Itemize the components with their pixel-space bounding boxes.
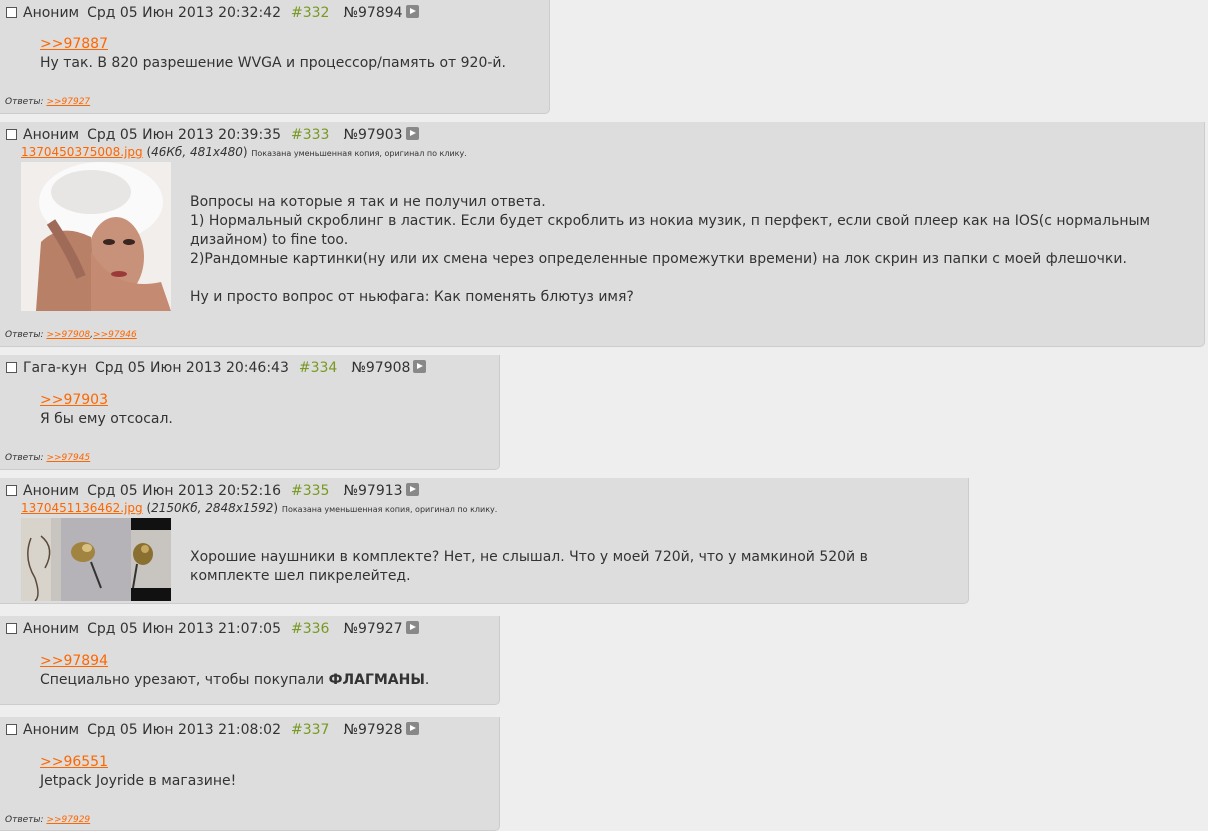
reply-link[interactable]: >>97903 [40,392,108,408]
post-header: Аноним Срд 05 Июн 2013 20:52:16 #335 №97913 [6,482,419,500]
reply-link[interactable]: >>97894 [40,653,108,669]
message-text-end: . [424,672,430,688]
message-line: Ну и просто вопрос от ньюфага: Как помен… [190,289,634,305]
file-link[interactable]: 1370451136462.jpg [21,501,143,515]
post-97927: Аноним Срд 05 Июн 2013 21:07:05 #336 №97927… [0,616,500,705]
message-line: 1) Нормальный скроблинг в ластик. Если б… [190,213,1151,229]
post-date: Срд 05 Июн 2013 20:32:42 [87,5,281,21]
poster-name: Аноним [23,5,80,21]
answers-label: Ответы: [5,97,44,107]
message-line: Вопросы на которые я так и не получил от… [190,194,546,210]
post-message: >>97894 Специально урезают, чтобы покупа… [40,652,429,690]
post-header: Аноним Срд 05 Июн 2013 21:07:05 #336 №97927 [6,620,419,638]
post-header: Аноним Срд 05 Июн 2013 20:39:35 #333 №97903 [6,126,419,144]
post-ordinal[interactable]: #335 [291,483,329,499]
message-line: дизайном) to fine too. [190,232,349,248]
answers-bar: Ответы: >>97945 [5,453,90,463]
answers-bar: Ответы: >>97908,>>97946 [5,330,137,340]
message-line: Я бы ему отсосал. [40,411,173,427]
post-ordinal[interactable]: #332 [291,5,329,21]
post-message: Хорошие наушники в комплекте? Нет, не сл… [190,548,868,586]
post-number-link[interactable]: №97928 [343,722,402,738]
post-97903: Аноним Срд 05 Июн 2013 20:39:35 #333 №97903… [0,122,1205,347]
select-checkbox[interactable] [6,129,17,140]
answers-bar: Ответы: >>97927 [5,97,90,107]
post-message: >>97903 Я бы ему отсосал. [40,391,173,429]
file-info: 1370451136462.jpg (2150Кб, 2848x1592) По… [21,501,498,515]
thumbnail-image[interactable] [21,518,171,605]
file-link[interactable]: 1370450375008.jpg [21,145,143,159]
file-size: 2150Кб, 2848x1592 [151,501,274,515]
post-ordinal[interactable]: #337 [291,722,329,738]
post-number-link[interactable]: №97913 [343,483,402,499]
post-97928: Аноним Срд 05 Июн 2013 21:08:02 #337 №97928… [0,717,500,831]
answer-link[interactable]: >>97929 [46,815,90,825]
expand-arrow-icon[interactable] [413,360,427,373]
post-date: Срд 05 Июн 2013 20:46:43 [95,360,289,376]
reply-link[interactable]: >>97887 [40,36,108,52]
post-header: Аноним Срд 05 Июн 2013 21:08:02 #337 №97928 [6,721,419,739]
message-line: Ну так. В 820 разрешение WVGA и процессо… [40,55,506,71]
poster-name: Аноним [23,621,80,637]
answer-link[interactable]: >>97908 [46,330,90,340]
poster-name: Гага-кун [23,360,87,376]
poster-name: Аноним [23,127,80,143]
message-line: Специально урезают, чтобы покупали ФЛАГМ… [40,671,429,690]
message-line: 2)Рандомные картинки(ну или их смена чер… [190,251,1127,267]
message-bold-text: ФЛАГМАНЫ [328,672,425,688]
post-number-link[interactable]: №97927 [343,621,402,637]
poster-name: Аноним [23,722,80,738]
message-line: Jetpack Joyride в магазине! [40,773,237,789]
post-ordinal[interactable]: #334 [299,360,337,376]
post-ordinal[interactable]: #336 [291,621,329,637]
message-line: комплекте шел пикрелейтед. [190,568,411,584]
reduced-copy-note: Показана уменьшенная копия, оригинал по … [251,149,467,158]
post-message: Вопросы на которые я так и не получил от… [190,193,1150,307]
post-number-link[interactable]: №97894 [343,5,402,21]
reduced-copy-note: Показана уменьшенная копия, оригинал по … [281,505,498,514]
thumbnail-image[interactable] [21,162,171,315]
answer-link[interactable]: >>97945 [46,453,90,463]
file-info: 1370450375008.jpg (46Кб, 481x480) Показа… [21,145,467,159]
select-checkbox[interactable] [6,7,17,18]
post-ordinal[interactable]: #333 [291,127,329,143]
message-line: Хорошие наушники в комплекте? Нет, не сл… [190,549,868,565]
file-size: 46Кб, 481x480 [151,145,243,159]
answers-label: Ответы: [5,815,44,825]
select-checkbox[interactable] [6,623,17,634]
post-97908: Гага-кун Срд 05 Июн 2013 20:46:43 #334 №979… [0,355,500,470]
post-date: Срд 05 Июн 2013 21:08:02 [87,722,281,738]
post-97894: Аноним Срд 05 Июн 2013 20:32:42 #332 №97894… [0,0,550,114]
post-date: Срд 05 Июн 2013 20:52:16 [87,483,281,499]
expand-arrow-icon[interactable] [405,621,419,634]
post-header: Аноним Срд 05 Июн 2013 20:32:42 #332 №97894 [6,4,419,22]
expand-arrow-icon[interactable] [405,5,419,18]
message-text: Специально урезают, чтобы покупали [40,672,329,688]
expand-arrow-icon[interactable] [405,127,419,140]
answers-label: Ответы: [5,453,44,463]
answers-bar: Ответы: >>97929 [5,815,90,825]
post-date: Срд 05 Июн 2013 21:07:05 [87,621,281,637]
reply-link[interactable]: >>96551 [40,754,108,770]
post-message: >>97887 Ну так. В 820 разрешение WVGA и … [40,35,506,73]
post-number-link[interactable]: №97903 [343,127,402,143]
answer-link[interactable]: >>97946 [93,330,137,340]
answers-label: Ответы: [5,330,44,340]
post-number-link[interactable]: №97908 [351,360,410,376]
post-97913: Аноним Срд 05 Июн 2013 20:52:16 #335 №97913… [0,478,969,604]
post-message: >>96551 Jetpack Joyride в магазине! [40,753,236,791]
poster-name: Аноним [23,483,80,499]
select-checkbox[interactable] [6,485,17,496]
expand-arrow-icon[interactable] [405,722,419,735]
select-checkbox[interactable] [6,724,17,735]
post-header: Гага-кун Срд 05 Июн 2013 20:46:43 #334 №979… [6,359,427,377]
post-date: Срд 05 Июн 2013 20:39:35 [87,127,281,143]
expand-arrow-icon[interactable] [405,483,419,496]
select-checkbox[interactable] [6,362,17,373]
answer-link[interactable]: >>97927 [46,97,90,107]
